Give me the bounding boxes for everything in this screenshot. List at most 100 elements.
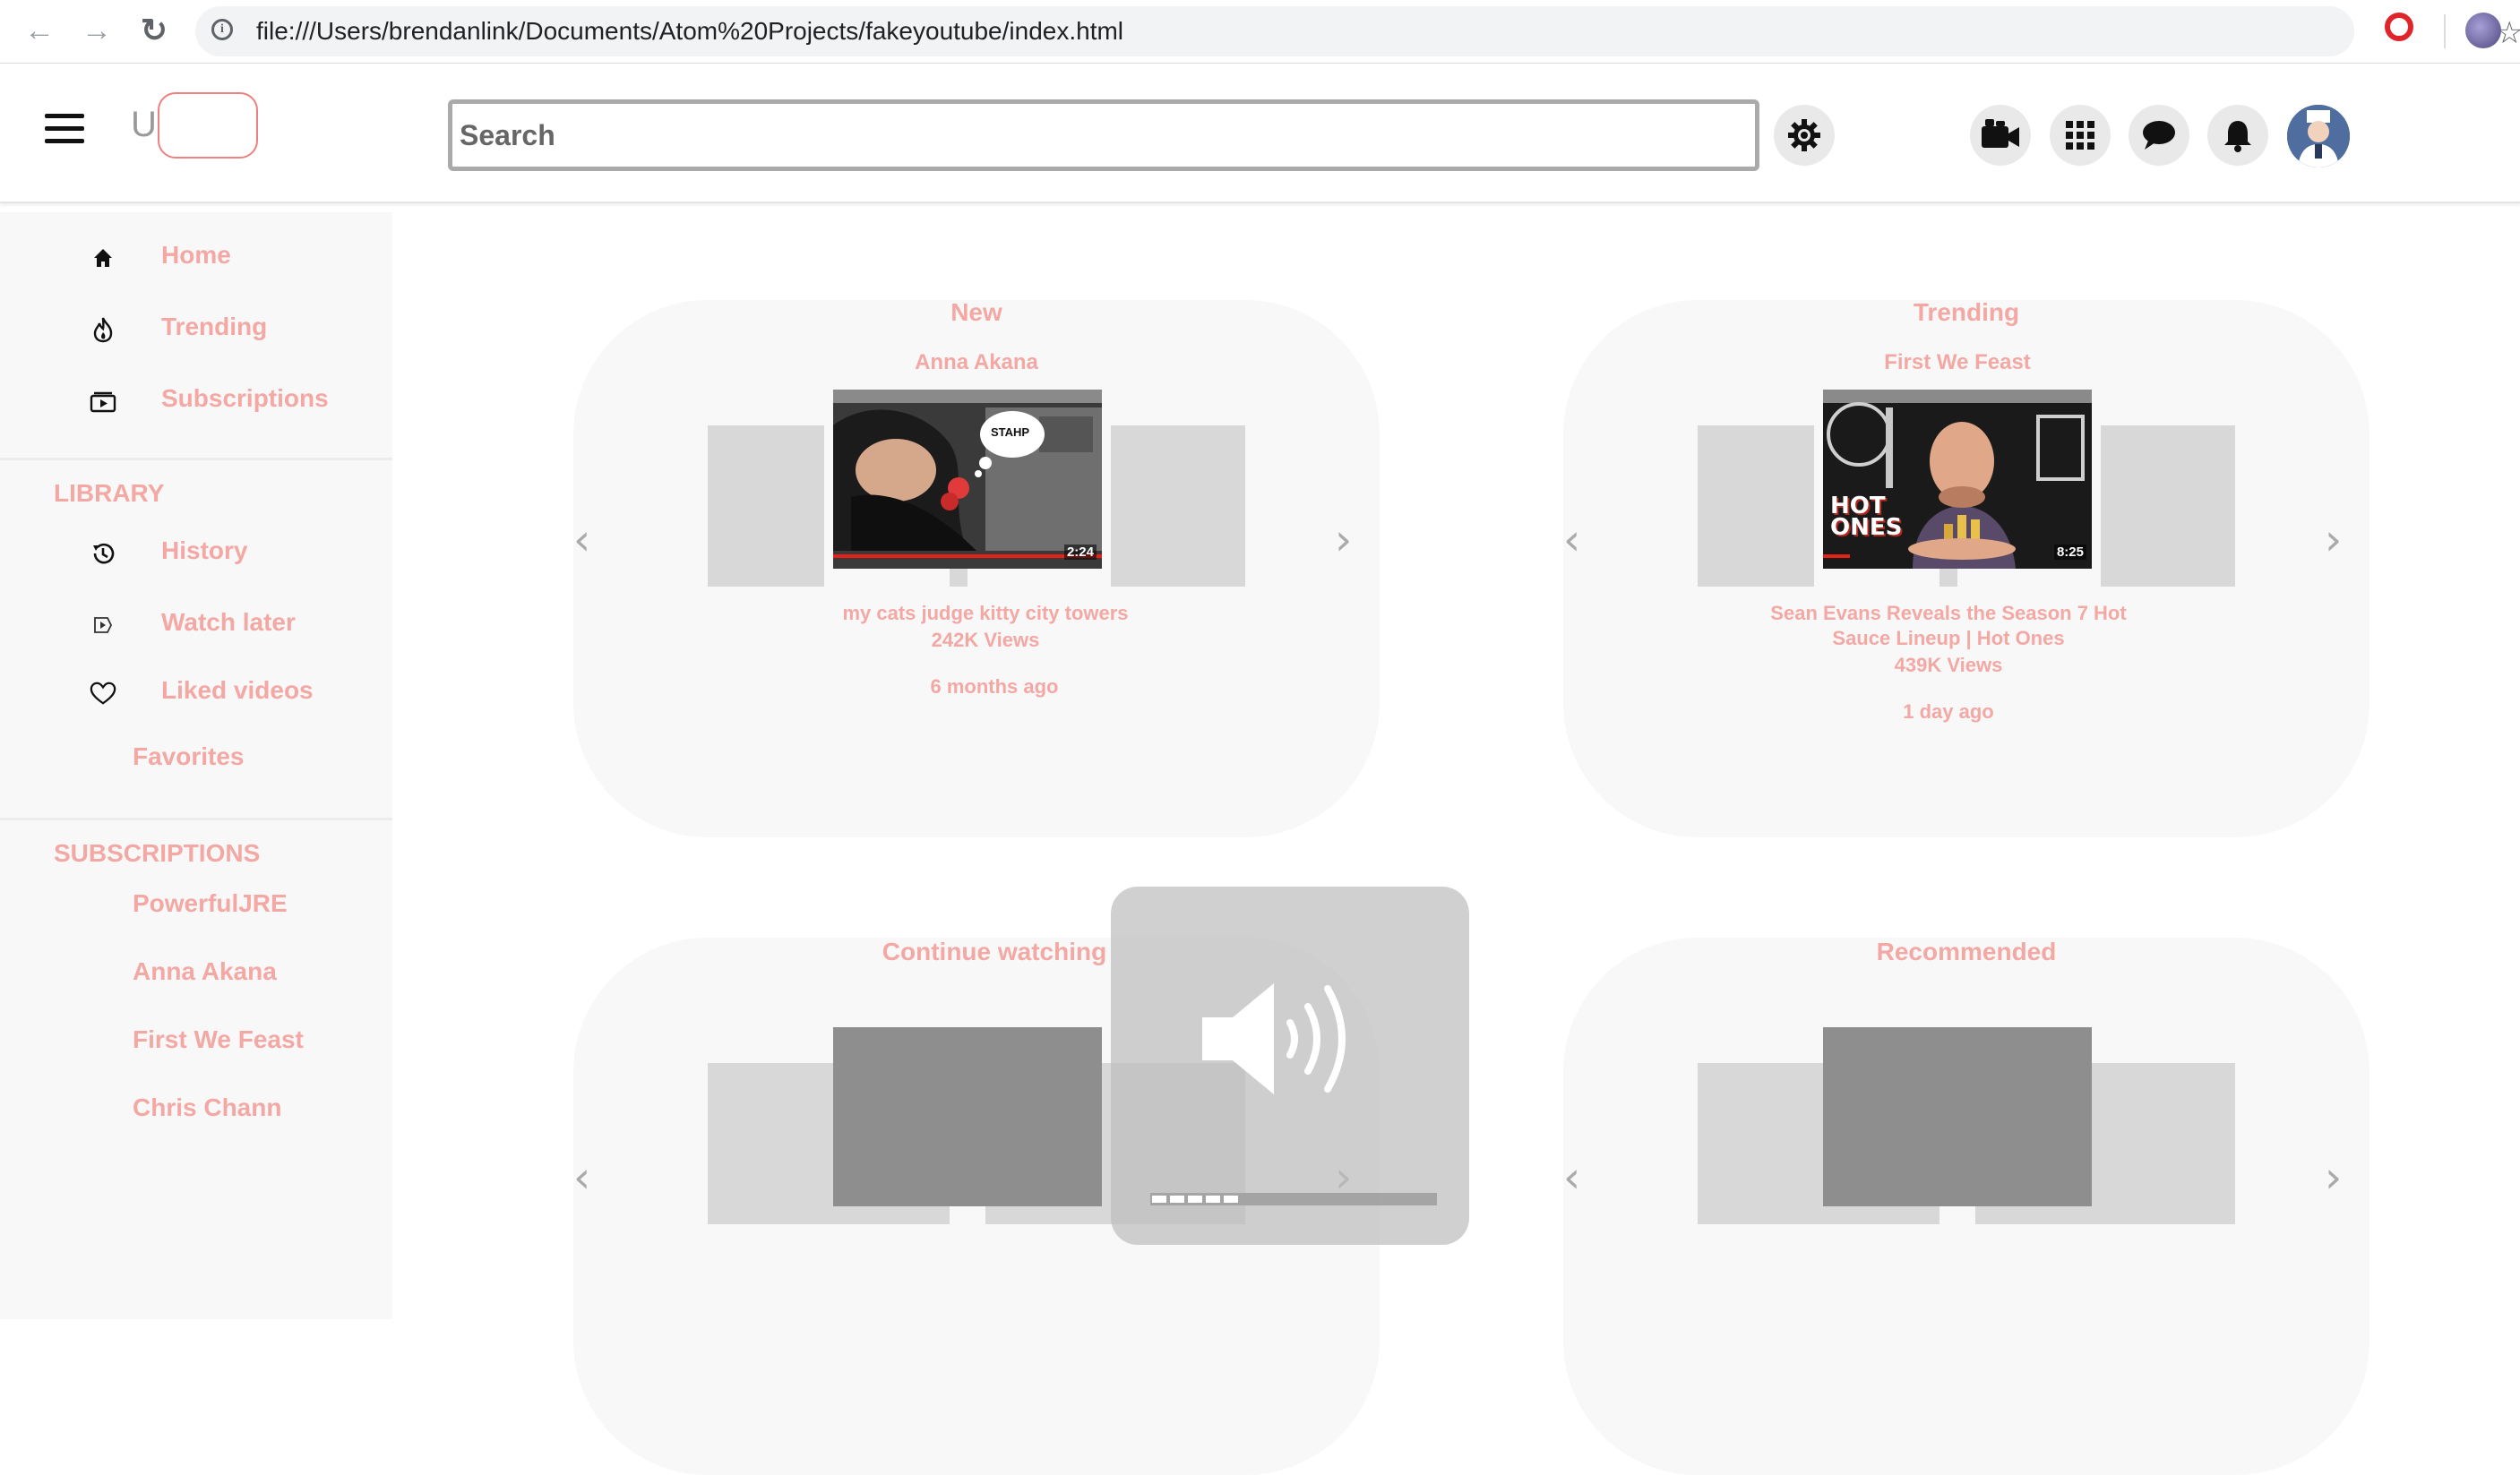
carousel-next-icon[interactable]: ›: [1335, 515, 1352, 565]
carousel-prev-icon[interactable]: ‹: [1563, 1153, 1580, 1203]
video-duration: 2:24: [1063, 545, 1097, 560]
bell-icon: [2224, 121, 2251, 152]
card-channel[interactable]: First We Feast: [1554, 350, 2361, 375]
video-views: 439K Views: [1894, 654, 2003, 676]
prev-thumbnail[interactable]: [1698, 425, 1814, 587]
app-header: U: [0, 64, 2520, 203]
video-camera-icon: [1982, 119, 2019, 148]
thumbnail-caption: HOT ONES: [1830, 493, 1903, 541]
video-thumbnail[interactable]: STAHP 2:24: [833, 390, 1102, 569]
apps-button[interactable]: [2050, 105, 2111, 166]
subscription-item[interactable]: PowerfulJRE: [133, 889, 288, 918]
notifications-button[interactable]: [2207, 105, 2268, 166]
volume-overlay: [1111, 887, 1469, 1245]
carousel-prev-icon[interactable]: ‹: [573, 515, 590, 565]
sidebar-item-label: Home: [161, 241, 231, 269]
video-thumbnail-placeholder[interactable]: [833, 1027, 1102, 1206]
thumb-gap: [950, 569, 968, 587]
carousel-prev-icon[interactable]: ‹: [573, 1153, 590, 1203]
carousel-next-icon[interactable]: ›: [2325, 515, 2342, 565]
speaker-icon: [1202, 983, 1346, 1094]
volume-segment: [1206, 1196, 1220, 1203]
thumb-gap: [1939, 569, 1957, 587]
card-new: New Anna Akana STAHP 2:24 ‹ › my cats ju…: [573, 298, 1380, 837]
sidebar-item-label: Liked videos: [161, 676, 314, 704]
video-age: 6 months ago: [930, 675, 1059, 698]
video-views: 242K Views: [931, 629, 1040, 651]
sidebar-item-history[interactable]: History: [0, 526, 392, 579]
volume-segment: [1170, 1196, 1184, 1203]
sidebar-item-label: Watch later: [161, 608, 296, 636]
upload-video-button[interactable]: [1970, 105, 2031, 166]
carousel-next-icon[interactable]: ›: [2325, 1153, 2342, 1203]
video-thumbnail[interactable]: HOT ONES 8:25: [1823, 390, 2092, 569]
watch-progress-bar: [833, 554, 1102, 558]
sidebar-item-liked-videos[interactable]: Liked videos: [0, 665, 392, 719]
thumbnail-caption: STAHP: [991, 425, 1030, 439]
apps-grid-icon: [2066, 121, 2094, 150]
sidebar-item-label: Trending: [161, 313, 268, 340]
back-button[interactable]: ←: [22, 13, 57, 48]
next-thumbnail[interactable]: [1111, 425, 1245, 587]
prev-thumbnail[interactable]: [708, 425, 824, 587]
card-channel[interactable]: Anna Akana: [573, 350, 1380, 375]
sidebar-item-home[interactable]: Home: [0, 230, 392, 284]
video-title[interactable]: my cats judge kitty city towers: [788, 601, 1183, 626]
toolbar-divider: [2444, 14, 2446, 48]
sidebar-item-trending[interactable]: Trending: [0, 302, 392, 356]
volume-segment: [1152, 1196, 1166, 1203]
browser-profile-icon[interactable]: [2465, 13, 2501, 48]
settings-button[interactable]: [1774, 105, 1835, 166]
video-title[interactable]: Sean Evans Reveals the Season 7 Hot Sauc…: [1751, 601, 2146, 651]
subscription-item[interactable]: Anna Akana: [133, 957, 277, 986]
heart-icon: [90, 680, 116, 707]
reload-button[interactable]: ↻: [136, 13, 172, 48]
opera-extension-icon[interactable]: [2385, 13, 2413, 41]
video-duration: 8:25: [2053, 545, 2086, 560]
subscription-item[interactable]: Chris Chann: [133, 1093, 281, 1122]
user-avatar[interactable]: [2287, 105, 2350, 167]
logo-letter: U: [131, 105, 157, 144]
volume-level-bar: [1150, 1193, 1437, 1205]
hamburger-menu-icon[interactable]: [45, 114, 84, 144]
card-recommended: Recommended ‹ ›: [1563, 938, 2369, 1475]
volume-segment: [1224, 1196, 1238, 1203]
volume-segment: [1188, 1196, 1202, 1203]
sidebar: Home Trending Subscriptions LIBRARY Hist…: [0, 212, 392, 1319]
sidebar-item-label: Subscriptions: [161, 384, 329, 412]
card-title: Recommended: [1876, 938, 2057, 965]
watch-later-icon: [90, 612, 116, 639]
carousel-prev-icon[interactable]: ‹: [1563, 515, 1580, 565]
home-icon: [90, 244, 116, 271]
avatar-icon: [2287, 105, 2350, 167]
forward-button[interactable]: →: [79, 13, 115, 48]
library-section-title: LIBRARY: [54, 479, 165, 507]
sidebar-item-favorites[interactable]: Favorites: [133, 742, 245, 771]
sidebar-divider: [0, 818, 392, 820]
url-text[interactable]: file:///Users/brendanlink/Documents/Atom…: [256, 6, 1123, 56]
chat-bubble-icon: [2143, 121, 2175, 150]
sidebar-divider: [0, 458, 392, 460]
video-thumbnail-placeholder[interactable]: [1823, 1027, 2092, 1206]
next-thumbnail[interactable]: [2101, 425, 2235, 587]
subscriptions-icon: [90, 388, 116, 415]
browser-toolbar: ← → ↻ i file:///Users/brendanlink/Docume…: [0, 0, 2520, 64]
flame-icon: [90, 316, 116, 343]
address-bar[interactable]: i file:///Users/brendanlink/Documents/At…: [195, 6, 2520, 56]
sidebar-item-subscriptions[interactable]: Subscriptions: [0, 373, 392, 427]
thumbnail-image: [833, 390, 1102, 569]
watch-progress-bar: [1823, 554, 1850, 558]
sidebar-item-label: History: [161, 536, 248, 564]
sidebar-item-watch-later[interactable]: Watch later: [0, 597, 392, 651]
search-input[interactable]: [448, 99, 1759, 171]
history-icon: [90, 540, 116, 567]
logo-box[interactable]: [158, 92, 258, 159]
subscriptions-section-title: SUBSCRIPTIONS: [54, 839, 261, 867]
subscription-item[interactable]: First We Feast: [133, 1025, 304, 1054]
card-title: New: [950, 298, 1002, 326]
card-trending: Trending First We Feast HOT ONES 8:25 ‹ …: [1563, 298, 2369, 837]
messages-button[interactable]: [2129, 105, 2189, 166]
card-title: Trending: [1913, 298, 2020, 326]
gear-icon: [1788, 119, 1820, 151]
info-icon[interactable]: i: [211, 19, 233, 40]
